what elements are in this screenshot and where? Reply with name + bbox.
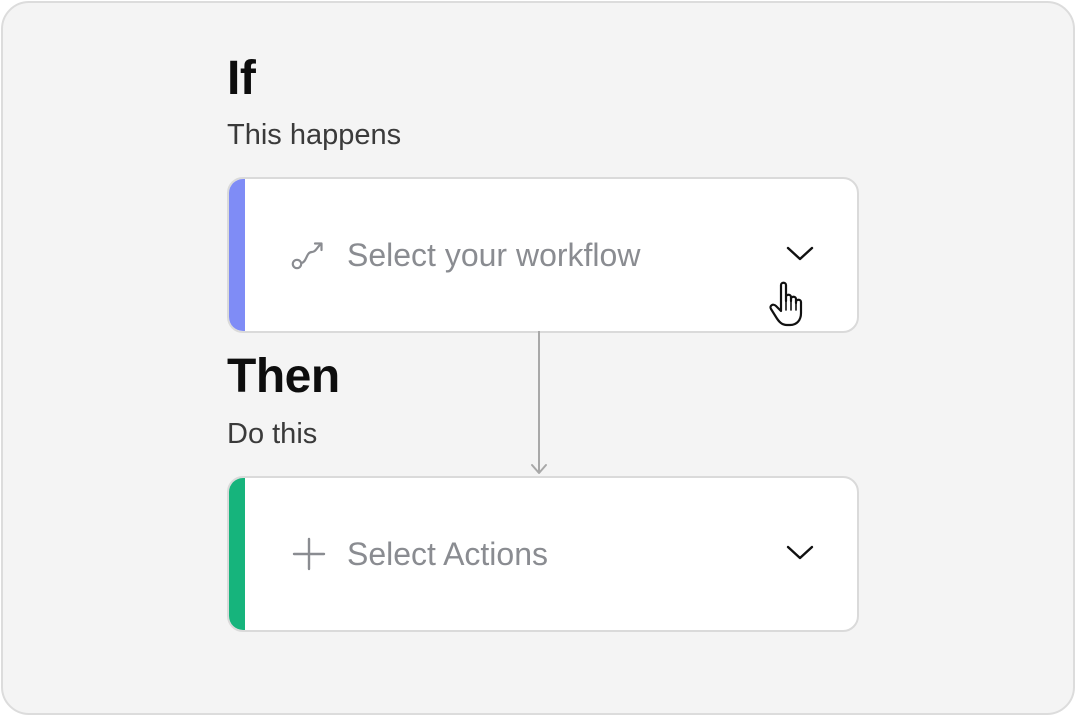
flow-connector-arrow bbox=[531, 331, 547, 474]
then-heading: Then bbox=[227, 350, 340, 403]
then-accent-bar bbox=[229, 478, 245, 630]
workflow-select-placeholder: Select your workflow bbox=[347, 237, 641, 273]
if-heading: If bbox=[227, 52, 256, 105]
workflow-route-icon bbox=[291, 242, 323, 270]
automation-builder-panel: If This happens Select your workflow The… bbox=[1, 1, 1075, 715]
then-subtitle: Do this bbox=[227, 418, 318, 450]
chevron-down-icon[interactable] bbox=[785, 542, 815, 562]
actions-select-dropdown[interactable]: Select Actions bbox=[227, 476, 859, 632]
chevron-down-icon[interactable] bbox=[785, 243, 815, 263]
if-subtitle: This happens bbox=[227, 119, 402, 151]
workflow-select-dropdown[interactable]: Select your workflow bbox=[227, 177, 859, 333]
plus-icon bbox=[292, 537, 326, 571]
actions-select-placeholder: Select Actions bbox=[347, 536, 548, 572]
if-accent-bar bbox=[229, 179, 245, 331]
